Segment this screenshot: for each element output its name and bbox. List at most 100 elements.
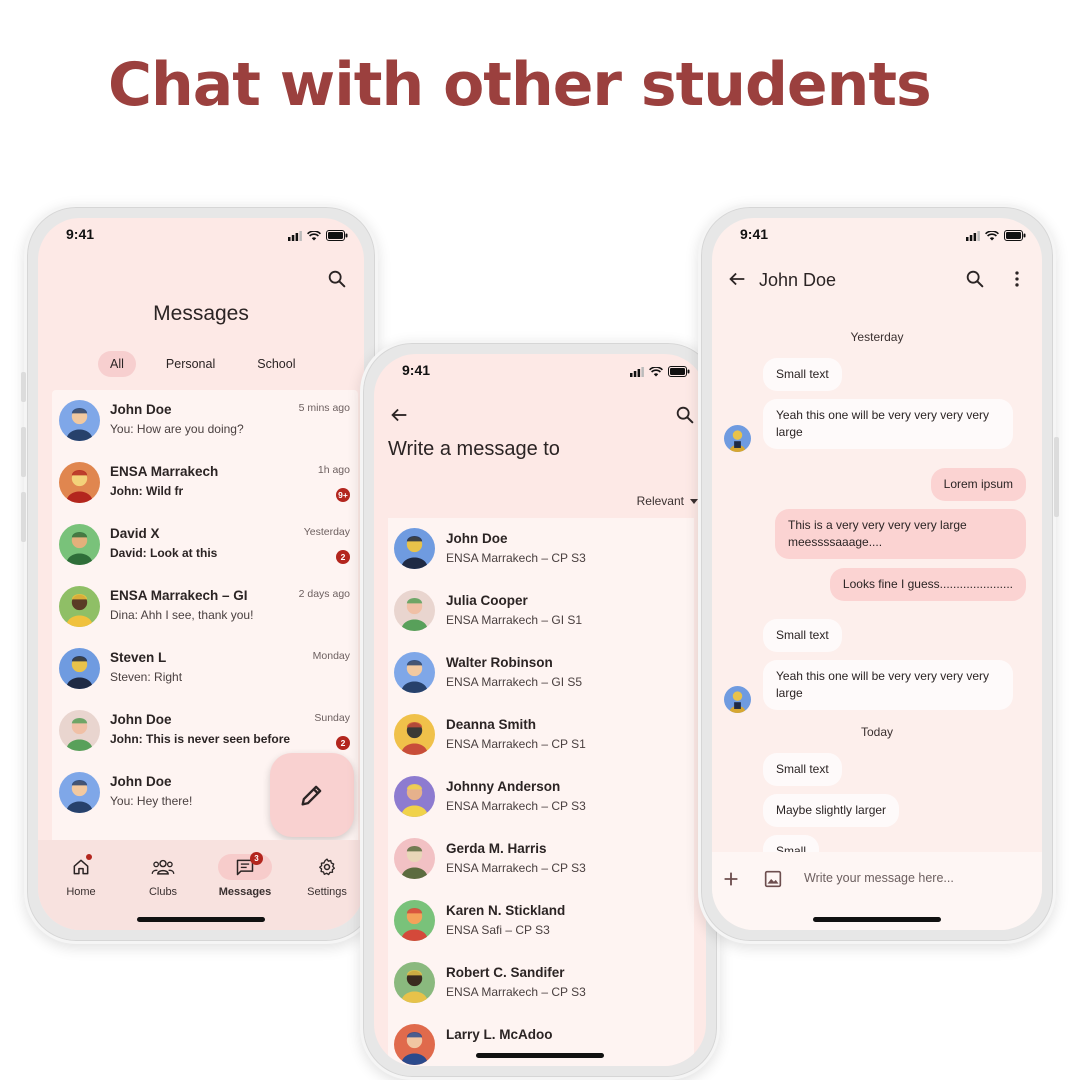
message-bubble-incoming[interactable]: Maybe slightly larger — [763, 794, 900, 827]
search-icon[interactable] — [326, 268, 348, 290]
status-icons — [966, 230, 1026, 241]
nav-clubs[interactable]: Clubs — [128, 854, 198, 898]
nav-settings-icon-wrap — [300, 854, 354, 880]
day-separator: Today — [860, 725, 894, 739]
contact-name: Johnny Anderson — [446, 779, 561, 794]
home-indicator — [476, 1053, 604, 1058]
contact-name: John Doe — [446, 531, 508, 546]
conversation-time: 2 days ago — [298, 588, 350, 600]
avatar — [394, 652, 435, 693]
avatar — [394, 714, 435, 755]
avatar — [59, 586, 100, 627]
conversation-item[interactable]: David X David: Look at this Yesterday 2 — [52, 514, 358, 576]
status-time: 9:41 — [66, 226, 95, 242]
conversation-item[interactable]: John Doe You: How are you doing? 5 mins ag… — [52, 390, 358, 452]
message-input[interactable]: Write your message here... — [804, 871, 954, 885]
contact-item[interactable]: Gerda M. Harris ENSA Marrakech – CP S3 — [388, 828, 694, 890]
search-icon[interactable] — [964, 268, 986, 290]
pencil-icon — [301, 785, 322, 806]
contact-item[interactable]: Robert C. Sandifer ENSA Marrakech – CP S3 — [388, 952, 694, 1014]
status-time: 9:41 — [740, 226, 769, 242]
conversation-preview: John: This is never seen before — [110, 732, 291, 746]
phone-side-button — [21, 372, 26, 402]
chevron-down-icon — [690, 498, 698, 504]
phone-chat: 9:41 John Doe Yesterday Small text Yeah … — [698, 204, 1059, 944]
contact-item[interactable]: Julia Cooper ENSA Marrakech – GI S1 — [388, 580, 694, 642]
back-arrow-icon[interactable] — [726, 268, 748, 290]
contact-item[interactable]: Walter Robinson ENSA Marrakech – GI S5 — [388, 642, 694, 704]
message-bubble-outgoing[interactable]: Looks fine I guess...................... — [829, 568, 1026, 601]
unread-badge: 2 — [336, 736, 350, 750]
conversation-preview: John: Wild fr — [110, 484, 184, 498]
compose-button[interactable] — [270, 753, 354, 837]
contact-item[interactable]: John Doe ENSA Marrakech – CP S3 — [388, 518, 694, 580]
conversation-time: 1h ago — [317, 464, 350, 476]
avatar — [59, 400, 100, 441]
contact-item[interactable]: Larry L. McAdoo — [388, 1014, 694, 1066]
more-vert-icon[interactable] — [1006, 268, 1028, 290]
contact-item[interactable]: Karen N. Stickland ENSA Safi – CP S3 — [388, 890, 694, 952]
filter-chip-personal[interactable]: Personal — [154, 351, 227, 377]
battery-icon — [668, 366, 690, 377]
message-bubble-incoming[interactable]: Small text — [763, 358, 842, 391]
avatar — [394, 590, 435, 631]
conversation-item[interactable]: ENSA Marrakech – GI Dina: Ahh I see, than… — [52, 576, 358, 638]
contact-name: Larry L. McAdoo — [446, 1027, 553, 1042]
nav-messages[interactable]: 3 Messages — [210, 852, 280, 898]
nav-home[interactable]: Home — [46, 854, 116, 898]
sort-label: Relevant — [636, 494, 684, 508]
conversation-time: Sunday — [314, 712, 350, 724]
headline: Chat with other students — [108, 50, 932, 120]
plus-icon[interactable] — [720, 868, 742, 890]
nav-clubs-icon-wrap — [136, 854, 190, 880]
search-icon[interactable] — [674, 404, 696, 426]
nav-home-label: Home — [66, 886, 96, 898]
message-bubble-incoming[interactable]: Small text — [763, 753, 842, 786]
message-bubble-outgoing[interactable]: Lorem ipsum — [930, 468, 1026, 501]
avatar — [394, 838, 435, 879]
image-icon[interactable] — [762, 868, 784, 890]
message-bubble-incoming[interactable]: Yeah this one will be very very very ver… — [763, 660, 1013, 710]
contact-item[interactable]: Johnny Anderson ENSA Marrakech – CP S3 — [388, 766, 694, 828]
contact-name: Walter Robinson — [446, 655, 553, 670]
filter-chip-school[interactable]: School — [245, 351, 307, 377]
conversation-name: ENSA Marrakech — [110, 464, 219, 479]
avatar — [59, 524, 100, 565]
status-icons — [630, 366, 690, 377]
messages-count-badge: 3 — [250, 852, 263, 865]
chat-contact-name: John Doe — [759, 270, 837, 290]
contact-school: ENSA Marrakech – CP S1 — [446, 737, 586, 751]
signal-icon — [630, 366, 644, 377]
contact-school: ENSA Marrakech – CP S3 — [446, 551, 586, 565]
signal-icon — [966, 230, 980, 241]
avatar — [394, 528, 435, 569]
nav-settings[interactable]: Settings — [292, 854, 362, 898]
contact-school: ENSA Marrakech – CP S3 — [446, 985, 586, 999]
contact-school: ENSA Marrakech – GI S1 — [446, 613, 583, 627]
status-bar: 9:41 — [38, 218, 364, 252]
page-title: Write a message to — [388, 438, 560, 460]
chat-screen: 9:41 John Doe Yesterday Small text Yeah … — [712, 218, 1042, 930]
avatar — [724, 686, 751, 713]
conversation-item[interactable]: ENSA Marrakech John: Wild fr 1h ago 9+ — [52, 452, 358, 514]
message-bubble-outgoing[interactable]: This is a very very very very large mees… — [775, 509, 1026, 559]
day-separator: Yesterday — [850, 330, 904, 344]
contact-item[interactable]: Deanna Smith ENSA Marrakech – CP S1 — [388, 704, 694, 766]
status-bar: 9:41 — [712, 218, 1042, 252]
contact-school: ENSA Safi – CP S3 — [446, 923, 550, 937]
message-bubble-incoming[interactable]: Yeah this one will be very very very ver… — [763, 399, 1013, 449]
filter-chip-all[interactable]: All — [98, 351, 136, 377]
conversation-preview: Steven: Right — [110, 670, 183, 684]
wifi-icon — [985, 230, 999, 240]
avatar — [59, 648, 100, 689]
conversation-preview: You: How are you doing? — [110, 422, 244, 436]
gear-icon — [319, 858, 335, 876]
notification-dot — [86, 854, 92, 860]
phone-new-message: 9:41 Write a message to Relevant John Do… — [360, 340, 723, 1080]
battery-icon — [1004, 230, 1026, 241]
message-bubble-incoming[interactable]: Small text — [763, 619, 842, 652]
conversation-item[interactable]: Steven L Steven: Right Monday — [52, 638, 358, 700]
back-arrow-icon[interactable] — [388, 404, 410, 426]
signal-icon — [288, 230, 302, 241]
sort-dropdown[interactable]: Relevant — [637, 494, 698, 508]
